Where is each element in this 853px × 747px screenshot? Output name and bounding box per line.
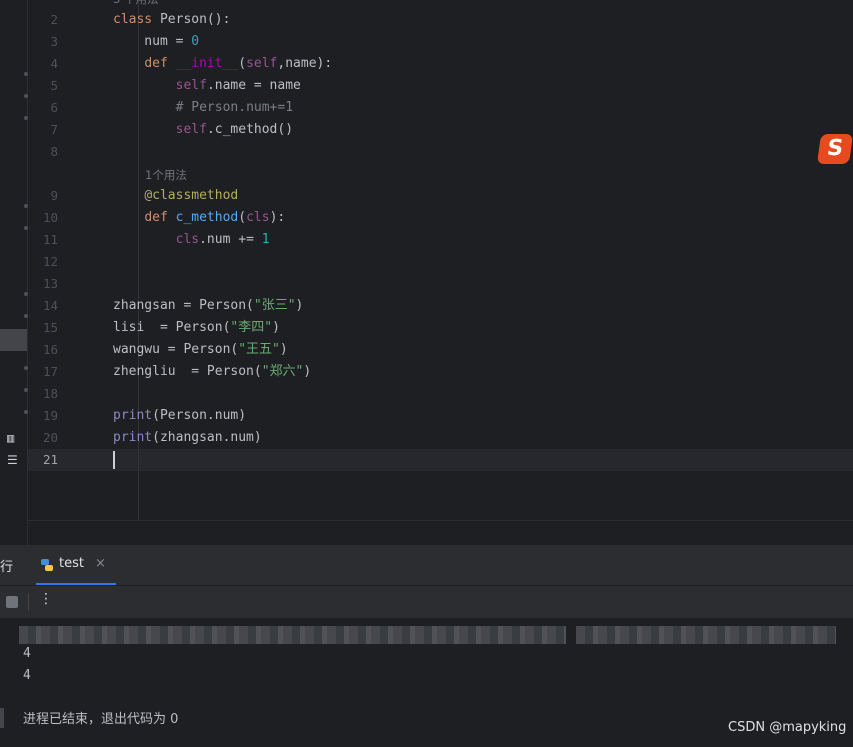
run-panel-title: 行 <box>0 560 14 575</box>
code-text: def c_method(cls): <box>144 210 286 225</box>
editor-divider <box>28 520 853 521</box>
line-number: 17 <box>42 364 58 379</box>
code-text: cls.num += 1 <box>175 232 270 247</box>
line-number: 4 <box>50 56 58 71</box>
line-number: 21 <box>42 452 58 467</box>
python-icon <box>41 559 53 571</box>
line-number: 16 <box>42 342 58 357</box>
code-text: zhengliu = Person("郑六") <box>113 364 312 379</box>
output-line: 4 <box>23 646 31 661</box>
line-number: 18 <box>42 386 58 401</box>
active-tab-underline <box>36 583 116 585</box>
watermark: CSDN @mapyking <box>728 720 847 735</box>
line-number: 9 <box>50 188 58 203</box>
line-number: 3 <box>50 34 58 49</box>
code-text: print(Person.num) <box>113 408 247 423</box>
redacted-command-line <box>576 626 836 644</box>
code-text: self.c_method() <box>175 122 294 137</box>
line-number: 8 <box>50 144 58 159</box>
code-text: wangwu = Person("王五") <box>113 342 288 357</box>
code-text: self.name = name <box>175 78 301 93</box>
code-text: @classmethod <box>144 188 239 203</box>
code-text: print(zhangsan.num) <box>113 430 262 445</box>
line-number: 10 <box>42 210 58 225</box>
current-line-highlight <box>28 449 853 471</box>
usage-hint: 1个用法 <box>145 168 187 182</box>
output-line: 4 <box>23 668 31 683</box>
more-options-icon[interactable]: ⋮ <box>39 591 53 607</box>
code-text: def __init__(self,name): <box>144 56 333 71</box>
line-number: 20 <box>42 430 58 445</box>
problems-icon[interactable]: ☰ <box>7 453 18 467</box>
left-tool-strip: ▥ ☰ <box>0 0 28 545</box>
line-number: 7 <box>50 122 58 137</box>
line-number: 13 <box>42 276 58 291</box>
stop-button[interactable] <box>6 596 18 608</box>
tab-label: test <box>59 556 84 571</box>
structure-icon[interactable]: ▥ <box>7 431 14 445</box>
line-number: 19 <box>42 408 58 423</box>
active-tool-indicator[interactable] <box>0 329 27 351</box>
console-output[interactable]: 4 4 进程已结束，退出代码为 0 <box>0 618 853 747</box>
code-editor[interactable]: 3 个用法 1个用法 2class Person():3 num = 04 de… <box>28 0 853 520</box>
line-number: 11 <box>42 232 58 247</box>
exit-message: 进程已结束，退出代码为 0 <box>23 712 179 727</box>
toolbar-divider <box>28 593 29 611</box>
code-text: # Person.num+=1 <box>175 100 294 115</box>
code-text: zhangsan = Person("张三") <box>113 298 304 313</box>
code-text: class Person(): <box>113 12 231 27</box>
line-number: 12 <box>42 254 58 269</box>
line-number: 6 <box>50 100 58 115</box>
sogou-ime-icon[interactable]: S <box>816 134 853 164</box>
tab-test[interactable]: test × <box>36 545 116 585</box>
console-toolbar: ⋮ <box>0 586 853 618</box>
line-number: 15 <box>42 320 58 335</box>
text-caret <box>113 451 115 469</box>
close-icon[interactable]: × <box>95 556 106 571</box>
line-number: 2 <box>50 12 58 27</box>
console-edge <box>0 708 4 728</box>
line-number: 5 <box>50 78 58 93</box>
code-text: num = 0 <box>113 34 200 49</box>
redacted-command-line <box>19 626 566 644</box>
code-text: lisi = Person("李四") <box>113 320 280 335</box>
run-panel-header: 行 test × <box>0 545 853 586</box>
line-number: 14 <box>42 298 58 313</box>
